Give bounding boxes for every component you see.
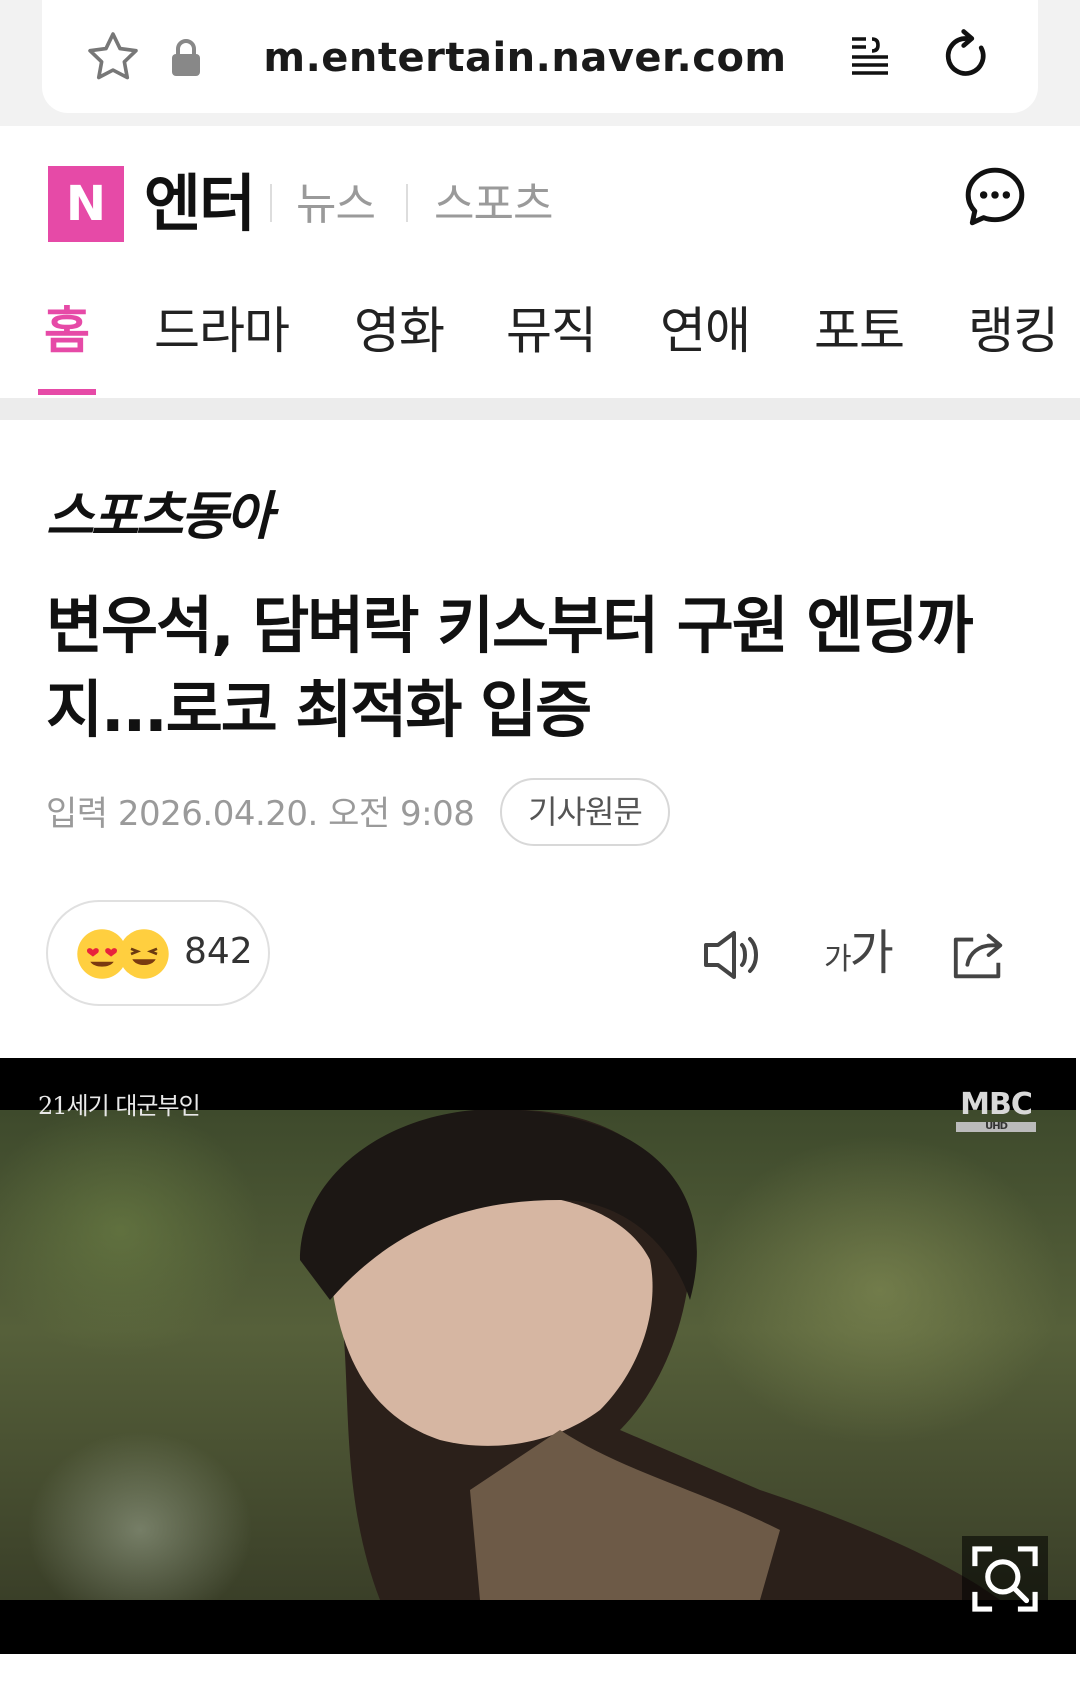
article-date: 입력 2026.04.20. 오전 9:08: [46, 794, 475, 834]
photo-scene: [0, 1110, 1076, 1600]
original-article-button[interactable]: 기사원문: [500, 778, 670, 846]
tab-movie[interactable]: 영화: [354, 296, 445, 366]
broadcast-title: 21세기 대군부인: [38, 1092, 201, 1120]
naver-logo[interactable]: N: [48, 166, 124, 242]
broadcaster-name: MBC: [960, 1087, 1033, 1122]
reaction-button[interactable]: 842: [46, 900, 270, 1006]
browser-toolbar: m.entertain.naver.com: [0, 0, 1080, 126]
tab-photo[interactable]: 포토: [814, 296, 905, 366]
tab-ranking[interactable]: 랭킹: [968, 296, 1059, 366]
tab-music[interactable]: 뮤직: [506, 296, 597, 366]
font-size-button[interactable]: 가가: [824, 918, 894, 988]
font-small-label: 가: [824, 942, 852, 977]
nav-link-news[interactable]: 뉴스: [296, 170, 376, 240]
article-headline: 변우석, 담벼락 키스부터 구원 엔딩까지...로코 최적화 입증: [46, 589, 974, 746]
star-icon[interactable]: [84, 28, 142, 86]
divider: [270, 184, 272, 222]
broadcaster-sub: UHD: [956, 1122, 1036, 1132]
zoom-icon[interactable]: [962, 1536, 1048, 1622]
tab-drama[interactable]: 드라마: [154, 296, 290, 366]
category-tabs: 홈 드라마 영화 뮤직 연애 포토 랭킹: [0, 276, 1080, 398]
site-header: N 엔터 뉴스 스포츠: [0, 126, 1080, 246]
laughing-emoji-icon: [119, 929, 169, 979]
tab-home[interactable]: 홈: [44, 296, 90, 366]
divider: [406, 184, 408, 222]
reload-icon[interactable]: [938, 26, 994, 86]
url-text[interactable]: m.entertain.naver.com: [260, 30, 790, 86]
active-tab-indicator: [38, 389, 96, 395]
chat-icon[interactable]: [962, 164, 1028, 230]
tab-entertainment[interactable]: 연애: [660, 296, 751, 366]
section-divider: [0, 398, 1080, 420]
press-logo[interactable]: 스포츠동아: [46, 482, 273, 552]
reaction-count: 842: [184, 931, 253, 972]
article-photo[interactable]: 21세기 대군부인 MBC UHD: [0, 1058, 1076, 1654]
speaker-icon[interactable]: [702, 926, 762, 984]
broadcaster-logo: MBC UHD: [956, 1087, 1036, 1132]
brand-title[interactable]: 엔터: [144, 164, 256, 244]
share-icon[interactable]: [950, 926, 1008, 984]
font-big-label: 가: [849, 925, 894, 981]
person-silhouette: [300, 1110, 1000, 1600]
reader-mode-icon[interactable]: [846, 30, 894, 80]
nav-link-sports[interactable]: 스포츠: [434, 170, 553, 240]
lock-icon: [172, 39, 200, 76]
